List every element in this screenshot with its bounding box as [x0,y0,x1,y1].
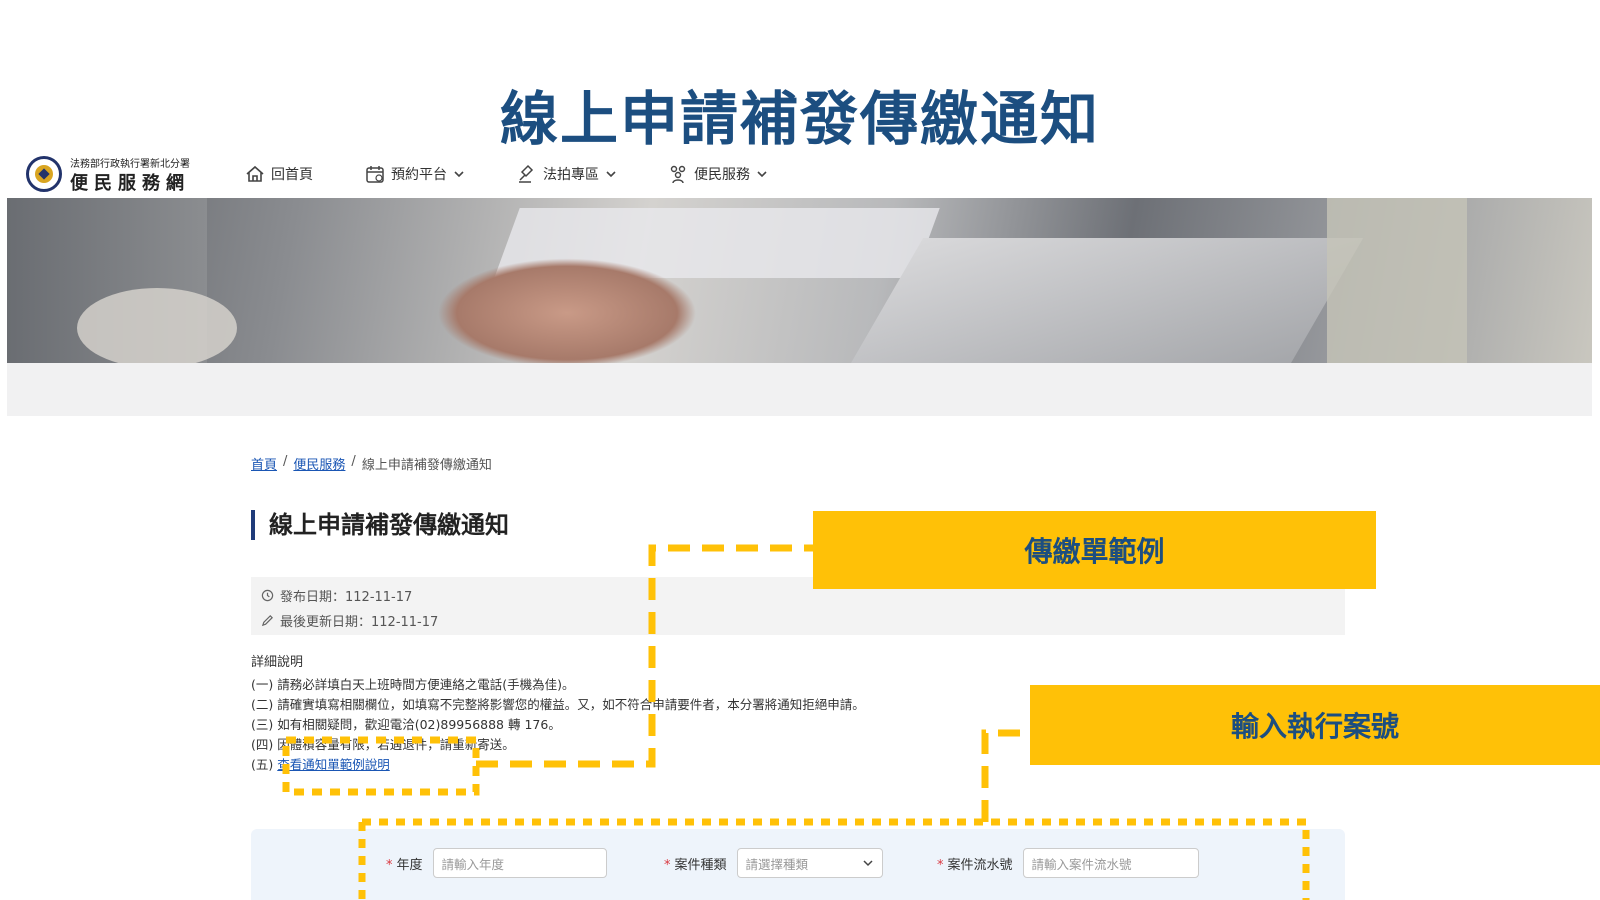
callout-case-number: 輸入執行案號 [1030,685,1600,765]
callout-example: 傳繳單範例 [813,511,1376,589]
example-connector-dashes [476,544,813,768]
example-link-highlight [282,736,480,796]
case-number-connector [981,729,1030,822]
annotation-overlay [282,544,1310,900]
form-highlight [358,818,1310,900]
